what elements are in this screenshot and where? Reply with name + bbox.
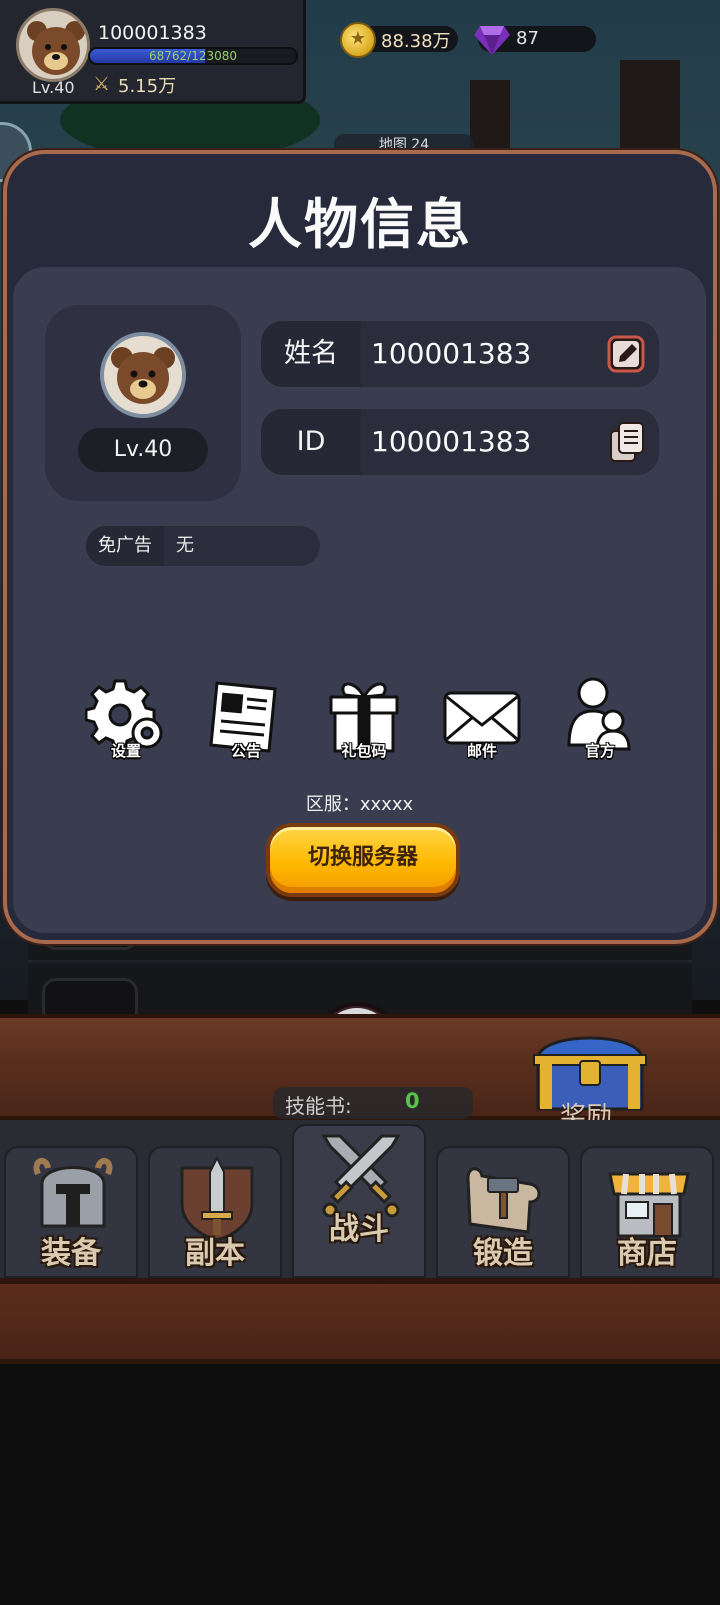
ad-free-label: 免广告 [86, 526, 164, 566]
tab-shop-label: 商店 [617, 1236, 677, 1271]
tab-equipment-label: 装备 [41, 1236, 101, 1271]
dialog-content: Lv.40 姓名 100001383 ID 100001383 免广告 无 设置… [13, 267, 706, 933]
exp-bar: 68762/123080 [88, 47, 298, 65]
tab-shop[interactable]: 商店 [580, 1146, 714, 1278]
name-value: 100001383 [371, 337, 532, 370]
level-badge: Lv.40 [78, 428, 208, 472]
exp-text: 68762/123080 [148, 49, 238, 63]
gem-value: 87 [516, 28, 539, 49]
bear-icon [111, 347, 175, 404]
skill-book-label: 技能书: [285, 1094, 352, 1118]
skill-book-value: 0 [405, 1089, 420, 1113]
mail-button[interactable]: 邮件 [441, 675, 523, 760]
wood-panel-bottom [0, 1278, 720, 1364]
tab-forge-label: 锻造 [473, 1236, 533, 1271]
tab-forge[interactable]: 锻造 [436, 1146, 570, 1278]
id-label: ID [261, 409, 361, 475]
combat-power: 5.15万 [118, 76, 177, 97]
tab-dungeon-label: 副本 [185, 1236, 245, 1271]
player-level: Lv.40 [32, 78, 75, 97]
ad-free-row: 免广告 无 [86, 526, 320, 566]
switch-server-button[interactable]: 切换服务器 [266, 823, 460, 897]
gift-code-label: 礼包码 [341, 742, 387, 760]
notice-label: 公告 [230, 742, 261, 760]
avatar-card: Lv.40 [45, 305, 241, 501]
coin-icon: ★ [340, 22, 376, 58]
official-button[interactable]: 官方 [559, 675, 641, 760]
gift-code-button[interactable]: 礼包码 [323, 675, 405, 760]
id-row: ID 100001383 [261, 409, 659, 475]
tab-equipment[interactable]: 装备 [4, 1146, 138, 1278]
character-info-dialog: 人物信息 Lv.40 姓名 100001383 ID 100001383 免广告… [3, 150, 717, 944]
settings-label: 设置 [110, 742, 141, 760]
gold-value: 88.38万 [381, 31, 451, 52]
gem-icon [474, 26, 510, 55]
copy-icon[interactable] [607, 421, 647, 463]
player-name: 100001383 [98, 22, 207, 44]
name-row: 姓名 100001383 [261, 321, 659, 387]
tab-dungeon[interactable]: 副本 [148, 1146, 282, 1278]
edit-icon[interactable] [607, 333, 647, 375]
name-label: 姓名 [261, 321, 361, 387]
official-label: 官方 [584, 742, 615, 760]
player-avatar-large[interactable] [100, 332, 186, 418]
mail-label: 邮件 [466, 742, 497, 760]
ad-free-value: 无 [176, 535, 194, 556]
tab-battle-label: 战斗 [329, 1212, 389, 1247]
player-avatar[interactable] [16, 8, 90, 82]
top-hud: 100001383 68762/123080 Lv.40 ⚔ 5.15万 ★ 8… [0, 0, 720, 104]
notice-button[interactable]: 公告 [205, 675, 287, 760]
tab-battle[interactable]: 战斗 [292, 1124, 426, 1278]
crossed-swords-icon: ⚔ [93, 73, 111, 95]
skill-book-counter: 技能书: 0 [273, 1087, 473, 1119]
server-info: 区服：xxxxx [305, 794, 414, 815]
id-value: 100001383 [371, 425, 532, 458]
settings-button[interactable]: 设置 [85, 675, 167, 760]
dialog-title: 人物信息 [248, 193, 472, 256]
